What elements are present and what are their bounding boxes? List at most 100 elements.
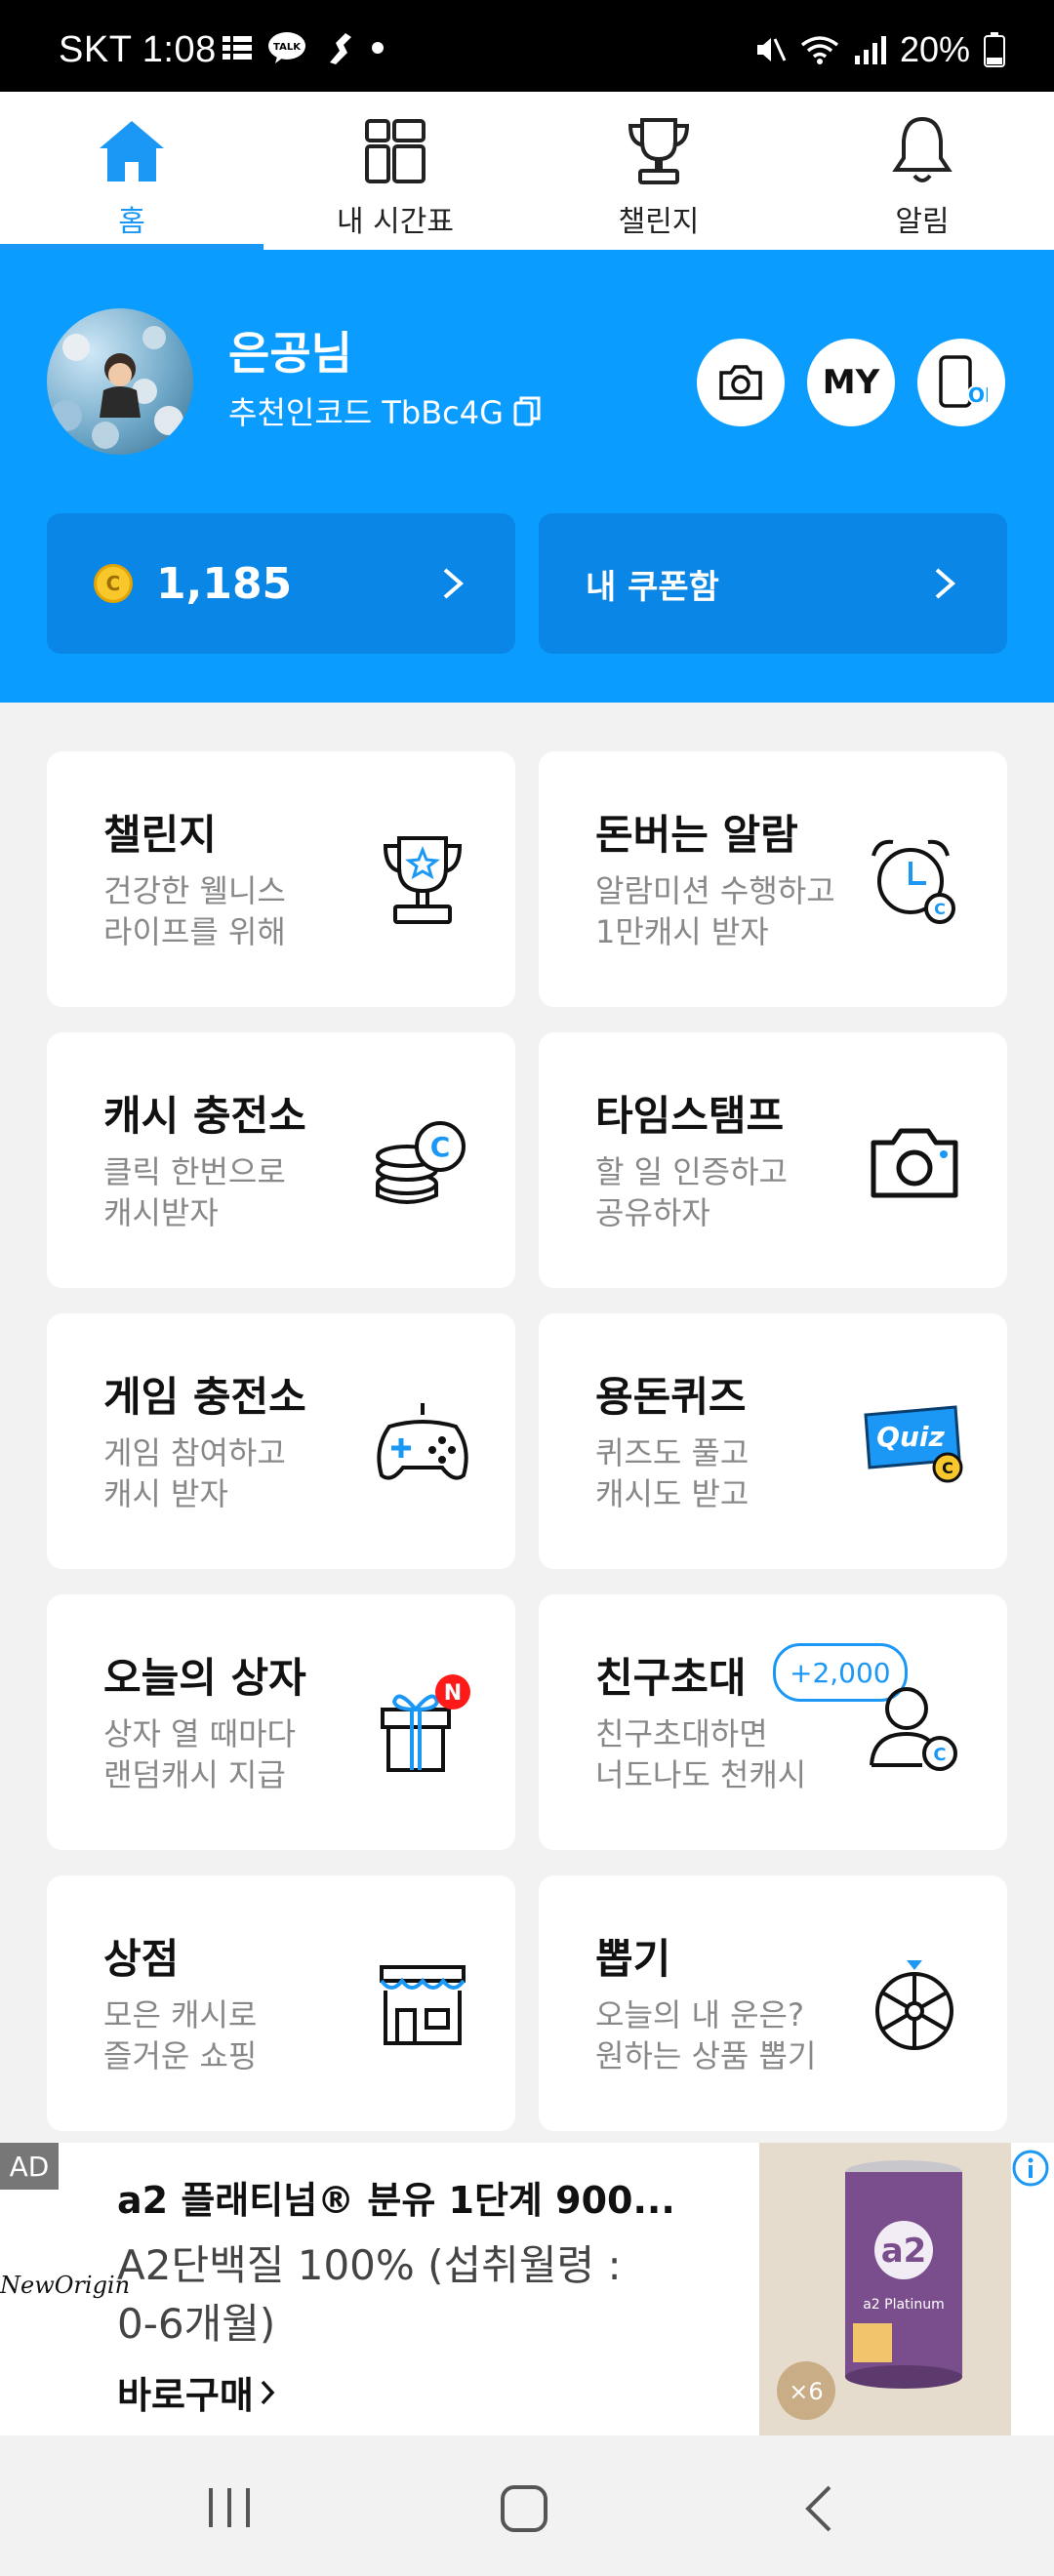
- card-desc: 오늘의 내 운은? 원하는 상품 뽑기: [595, 1996, 817, 2074]
- coin-icon: C: [94, 564, 133, 603]
- card-desc: 모은 캐시로 즐거운 쇼핑: [103, 1996, 258, 2074]
- notification-icons: TALK: [223, 29, 385, 66]
- mute-icon: [756, 38, 787, 61]
- avatar[interactable]: [47, 308, 193, 455]
- card-quiz[interactable]: 용돈퀴즈 퀴즈도 풀고 캐시도 받고 Quiz C: [539, 1313, 1007, 1569]
- tab-schedule[interactable]: 내 시간표: [264, 92, 527, 250]
- ad-cta-button[interactable]: 바로구매: [117, 2365, 275, 2419]
- card-desc: 상자 열 때마다 랜덤캐시 지급: [103, 1715, 296, 1793]
- status-bar: SKT 1:08 TALK 20%: [0, 0, 1054, 92]
- camera-button[interactable]: [697, 339, 785, 426]
- battery-icon: [984, 32, 1005, 67]
- camera-icon: [861, 1108, 968, 1216]
- back-icon[interactable]: [802, 2484, 835, 2533]
- tab-challenge[interactable]: 챌린지: [527, 92, 790, 250]
- tab-label: 알림: [895, 205, 950, 239]
- more-dot-icon: [372, 42, 384, 54]
- cash-amount: 1,185: [156, 558, 293, 609]
- card-alarm[interactable]: 돈버는 알람 알람미션 수행하고 1만캐시 받자 C: [539, 751, 1007, 1007]
- card-title: 게임 충전소: [103, 1373, 306, 1421]
- svg-text:×6: ×6: [789, 2378, 823, 2405]
- wifi-icon: [800, 36, 839, 64]
- ad-cta-label: 바로구매: [117, 2374, 254, 2417]
- card-desc: 할 일 인증하고 공유하자: [595, 1153, 788, 1231]
- svg-text:a2 Platinum: a2 Platinum: [863, 2297, 945, 2313]
- card-desc: 퀴즈도 풀고 캐시도 받고: [595, 1434, 750, 1512]
- run-notification-icon: [330, 33, 351, 64]
- card-friend-invite[interactable]: 친구초대 +2,000 친구초대하면 너도나도 천캐시 C: [539, 1594, 1007, 1850]
- signal-icon: [854, 36, 886, 64]
- svg-text:C: C: [430, 1131, 451, 1163]
- card-challenge[interactable]: 챌린지 건강한 웰니스 라이프를 위해: [47, 751, 515, 1007]
- ad-title: a2 플래티넘® 분유 1단계 900...: [117, 2179, 675, 2222]
- quiz-icon: Quiz C: [861, 1389, 968, 1497]
- card-game-station[interactable]: 게임 충전소 게임 참여하고 캐시 받자: [47, 1313, 515, 1569]
- card-daily-box[interactable]: 오늘의 상자 상자 열 때마다 랜덤캐시 지급 N: [47, 1594, 515, 1850]
- schedule-icon: [364, 109, 426, 193]
- phone-on-icon: ON: [939, 355, 988, 409]
- camera-icon: [719, 365, 762, 400]
- svg-text:N: N: [444, 1681, 462, 1706]
- ad-product-image[interactable]: a2 a2 Platinum ×6: [759, 2143, 1011, 2435]
- svg-text:TALK: TALK: [273, 42, 302, 53]
- bell-icon: [892, 109, 953, 193]
- svg-text:C: C: [942, 1459, 953, 1477]
- chevron-right-icon: [261, 2380, 275, 2404]
- tab-home[interactable]: 홈: [0, 92, 264, 250]
- svg-text:C: C: [933, 1745, 946, 1765]
- card-title: 돈버는 알람: [595, 811, 798, 859]
- friend-invite-icon: C: [861, 1670, 968, 1778]
- ad-info-icon[interactable]: [1011, 2149, 1050, 2188]
- list-notification-icon: [223, 36, 252, 60]
- home-nav-icon[interactable]: [500, 2484, 548, 2533]
- coin-stack-icon: C: [369, 1108, 476, 1216]
- card-title: 친구초대: [595, 1654, 747, 1702]
- status-right: 20%: [753, 29, 1005, 70]
- battery-percent: 20%: [899, 29, 970, 69]
- card-desc: 알람미션 수행하고 1만캐시 받자: [595, 872, 835, 950]
- kakaotalk-icon: TALK: [268, 32, 305, 63]
- my-button[interactable]: MY: [807, 339, 895, 426]
- roulette-icon: [861, 1952, 968, 2059]
- tab-label: 홈: [118, 205, 145, 239]
- card-title: 오늘의 상자: [103, 1654, 306, 1702]
- ad-description: A2단백질 100% (섭취월령 :0-6개월): [117, 2241, 622, 2348]
- tab-notifications[interactable]: 알림: [790, 92, 1054, 250]
- recent-apps-icon[interactable]: [205, 2486, 254, 2529]
- top-tab-bar: 홈 내 시간표 챌린지 알림: [0, 92, 1054, 250]
- ad-brand-logo: NewOrigin: [0, 2272, 131, 2299]
- system-nav-bar: [0, 2435, 1054, 2576]
- chevron-right-icon: [935, 568, 956, 599]
- tab-label: 챌린지: [618, 205, 700, 239]
- coupon-label: 내 쿠폰함: [586, 567, 719, 607]
- card-title: 상점: [103, 1935, 180, 1983]
- user-name: 은공님: [228, 327, 352, 380]
- card-timestamp[interactable]: 타임스탬프 할 일 인증하고 공유하자: [539, 1032, 1007, 1288]
- svg-text:Quiz: Quiz: [876, 1421, 945, 1453]
- card-draw[interactable]: 뽑기 오늘의 내 운은? 원하는 상품 뽑기: [539, 1875, 1007, 2131]
- chevron-right-icon: [443, 568, 465, 599]
- cash-balance-card[interactable]: C 1,185: [47, 513, 515, 654]
- gift-box-icon: N: [369, 1670, 476, 1778]
- card-title: 뽑기: [595, 1935, 671, 1983]
- on-button[interactable]: ON: [917, 339, 1005, 426]
- status-time: SKT 1:08: [59, 29, 217, 70]
- referral-code[interactable]: 추천인코드 TbBc4G: [228, 388, 541, 433]
- card-desc: 건강한 웰니스 라이프를 위해: [103, 872, 286, 950]
- coupon-box-card[interactable]: 내 쿠폰함: [539, 513, 1007, 654]
- trophy-icon: [625, 109, 693, 193]
- referral-code-text: 추천인코드 TbBc4G: [228, 394, 504, 431]
- card-cash-station[interactable]: 캐시 충전소 클릭 한번으로 캐시받자 C: [47, 1032, 515, 1288]
- card-title: 챌린지: [103, 811, 217, 859]
- card-title: 용돈퀴즈: [595, 1373, 747, 1421]
- card-desc: 게임 참여하고 캐시 받자: [103, 1434, 286, 1512]
- gamepad-icon: [369, 1389, 476, 1497]
- profile-section: 은공님 추천인코드 TbBc4G MY ON C 1,185 내 쿠폰함: [0, 250, 1054, 703]
- svg-text:C: C: [934, 900, 946, 918]
- card-store[interactable]: 상점 모은 캐시로 즐거운 쇼핑: [47, 1875, 515, 2131]
- store-icon: [369, 1952, 476, 2059]
- ad-tag: AD: [0, 2143, 59, 2190]
- alarm-clock-icon: C: [861, 827, 968, 935]
- copy-icon[interactable]: [513, 395, 541, 426]
- card-title: 타임스탬프: [595, 1092, 785, 1140]
